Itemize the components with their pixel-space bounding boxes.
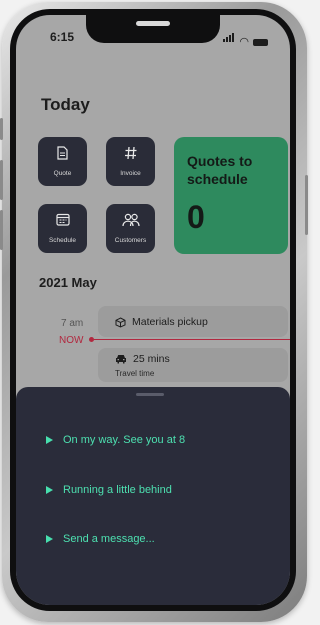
users-icon bbox=[106, 213, 155, 229]
schedule-tile-label: Schedule bbox=[48, 237, 77, 244]
now-indicator-line bbox=[94, 339, 290, 340]
quick-reply-send-message[interactable]: Send a message... bbox=[46, 533, 155, 545]
battery-icon bbox=[253, 39, 268, 46]
quote-tile-label: Quote bbox=[53, 170, 72, 177]
phone-notch bbox=[86, 15, 220, 43]
calendar-month: 2021 May bbox=[39, 275, 97, 290]
customers-tile-button[interactable]: Customers bbox=[106, 204, 155, 253]
status-icons: ◠ bbox=[223, 29, 268, 48]
time-label: 7 am bbox=[61, 318, 84, 329]
volume-down-button bbox=[0, 210, 3, 250]
signal-icon bbox=[223, 29, 235, 47]
event-travel-time[interactable]: 25 mins Travel time bbox=[98, 348, 288, 382]
play-icon bbox=[46, 535, 53, 543]
sheet-drag-handle[interactable] bbox=[136, 393, 164, 396]
calendar-icon bbox=[38, 213, 87, 229]
invoice-tile-label: Invoice bbox=[120, 170, 141, 177]
volume-up-button bbox=[0, 160, 3, 200]
status-time: 6:15 bbox=[50, 30, 75, 44]
quick-reply-sheet: On my way. See you at 8 Running a little… bbox=[16, 387, 290, 605]
customers-tile-label: Customers bbox=[114, 237, 147, 244]
document-icon bbox=[38, 146, 87, 162]
event-title: Materials pickup bbox=[132, 316, 208, 328]
wifi-icon: ◠ bbox=[239, 36, 249, 48]
page-title: Today bbox=[41, 95, 90, 114]
now-label: NOW bbox=[59, 335, 84, 346]
travel-subtitle: Travel time bbox=[115, 369, 155, 378]
quick-reply-label: Running a little behind bbox=[63, 484, 172, 496]
invoice-tile-button[interactable]: Invoice bbox=[106, 137, 155, 186]
quick-reply-running-late[interactable]: Running a little behind bbox=[46, 484, 172, 496]
quotes-card-title: Quotes to schedule bbox=[187, 153, 253, 187]
travel-duration: 25 mins bbox=[133, 353, 170, 365]
quote-tile-button[interactable]: Quote bbox=[38, 137, 87, 186]
quick-reply-label: Send a message... bbox=[63, 533, 155, 545]
mute-switch bbox=[0, 118, 3, 140]
app-screen: 6:15 ◠ Today Quote Invoice Schedule Cust… bbox=[16, 15, 290, 605]
speaker-grille bbox=[136, 21, 170, 26]
play-icon bbox=[46, 486, 53, 494]
play-icon bbox=[46, 436, 53, 444]
quick-reply-label: On my way. See you at 8 bbox=[63, 434, 186, 446]
power-button bbox=[305, 175, 308, 235]
car-icon bbox=[116, 355, 126, 364]
quotes-to-schedule-card[interactable]: Quotes to schedule 0 bbox=[174, 137, 288, 254]
schedule-tile-button[interactable]: Schedule bbox=[38, 204, 87, 253]
quotes-card-count: 0 bbox=[187, 199, 205, 235]
hash-icon bbox=[106, 146, 155, 162]
event-materials-pickup[interactable]: Materials pickup bbox=[98, 306, 288, 337]
box-icon bbox=[115, 316, 126, 328]
quick-reply-on-my-way[interactable]: On my way. See you at 8 bbox=[46, 434, 185, 446]
